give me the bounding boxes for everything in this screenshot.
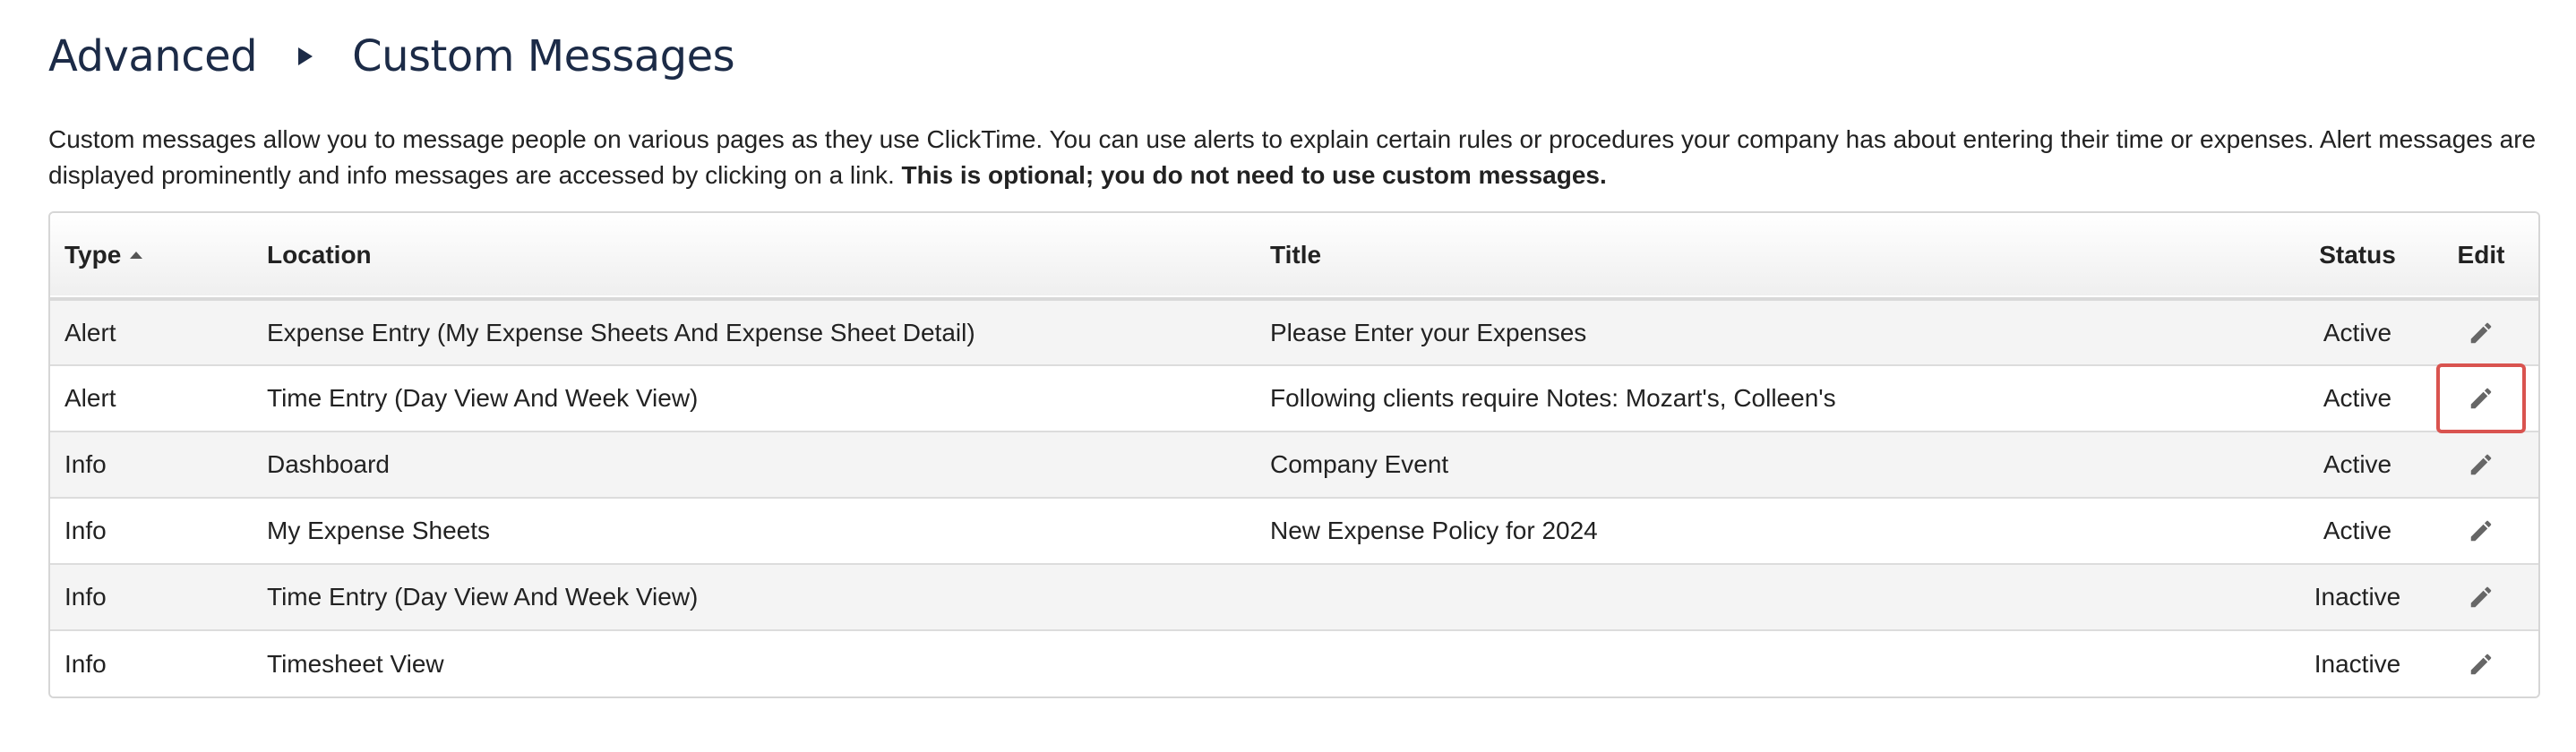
cell-location: Dashboard — [267, 450, 390, 478]
edit-button[interactable] — [2454, 637, 2508, 691]
pencil-icon — [2470, 322, 2492, 343]
breadcrumb-advanced[interactable]: Advanced — [48, 31, 258, 81]
cell-status: Active — [2323, 517, 2392, 544]
cell-status: Inactive — [2314, 649, 2401, 678]
column-header-title[interactable]: Title — [1270, 213, 2291, 299]
cell-status: Inactive — [2314, 583, 2401, 611]
messages-table: Type Location Title Status Edit Alert Ex… — [50, 213, 2538, 696]
table-body: Alert Expense Entry (My Expense Sheets A… — [50, 299, 2538, 696]
column-header-location[interactable]: Location — [267, 213, 1270, 299]
cell-status: Active — [2323, 318, 2392, 346]
pencil-icon — [2470, 654, 2492, 674]
cell-location: Time Entry (Day View And Week View) — [267, 583, 699, 611]
description-bold-note: This is optional; you do not need to use… — [901, 161, 1607, 189]
table-row: Info Dashboard Company Event Active — [50, 432, 2538, 498]
cell-location: Expense Entry (My Expense Sheets And Exp… — [267, 318, 975, 346]
cell-edit — [2424, 564, 2538, 630]
table-row: Alert Expense Entry (My Expense Sheets A… — [50, 299, 2538, 365]
pencil-icon — [2470, 454, 2492, 475]
table-row: Alert Time Entry (Day View And Week View… — [50, 363, 2538, 433]
cell-title: Please Enter your Expenses — [1270, 318, 1587, 346]
cell-title — [1270, 630, 2291, 696]
cell-edit — [2424, 630, 2538, 696]
cell-title — [1270, 564, 2291, 630]
cell-title: New Expense Policy for 2024 — [1270, 517, 1598, 544]
cell-type: Info — [64, 450, 107, 478]
cell-status: Active — [2323, 384, 2392, 412]
breadcrumb: Advanced Custom Messages — [48, 25, 735, 88]
table-row: Info Time Entry (Day View And Week View)… — [50, 564, 2538, 630]
column-header-status[interactable]: Status — [2291, 213, 2424, 299]
edit-button[interactable] — [2454, 306, 2508, 360]
cell-edit — [2424, 498, 2538, 564]
cell-type: Info — [64, 583, 107, 611]
cell-status: Active — [2323, 450, 2392, 478]
sort-ascending-icon — [130, 251, 143, 259]
table-row: Info Timesheet View Inactive — [50, 630, 2538, 696]
cell-type: Info — [64, 649, 107, 678]
cell-location: Timesheet View — [267, 649, 444, 678]
table-header-row: Type Location Title Status Edit — [50, 213, 2538, 299]
edit-button-highlighted[interactable] — [2436, 363, 2526, 433]
cell-location: Time Entry (Day View And Week View) — [267, 384, 699, 412]
cell-type: Alert — [64, 318, 116, 346]
cell-type: Alert — [64, 384, 116, 412]
cell-location: My Expense Sheets — [267, 517, 491, 544]
cell-edit — [2424, 432, 2538, 498]
messages-table-container: Type Location Title Status Edit Alert Ex… — [48, 211, 2540, 698]
pencil-icon — [2470, 520, 2492, 542]
cell-title: Following clients require Notes: Mozart'… — [1270, 384, 1836, 412]
cell-edit — [2424, 299, 2538, 365]
column-header-edit: Edit — [2457, 241, 2505, 269]
edit-button[interactable] — [2454, 438, 2508, 491]
cell-type: Info — [64, 517, 107, 544]
pencil-icon — [2470, 586, 2492, 608]
edit-button[interactable] — [2454, 570, 2508, 624]
cell-title: Company Event — [1270, 450, 1449, 478]
page-title: Custom Messages — [352, 31, 735, 81]
column-header-type[interactable]: Type — [50, 213, 267, 299]
pencil-icon — [2470, 388, 2492, 409]
table-row: Info My Expense Sheets New Expense Polic… — [50, 498, 2538, 564]
cell-edit — [2424, 363, 2538, 433]
edit-button[interactable] — [2454, 504, 2508, 558]
breadcrumb-separator-icon — [298, 47, 313, 65]
page-description: Custom messages allow you to message peo… — [48, 122, 2538, 193]
